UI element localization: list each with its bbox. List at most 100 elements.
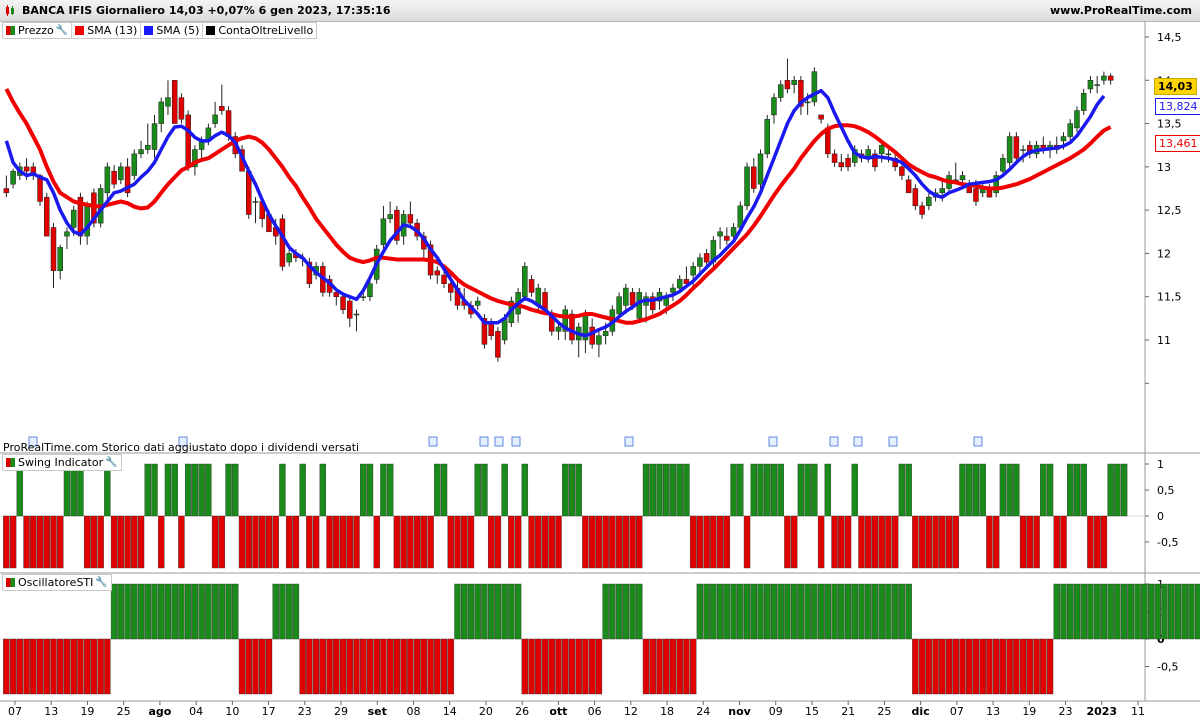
swing-bar xyxy=(1040,463,1047,517)
legend-price-label: Prezzo xyxy=(18,24,54,37)
swing-bar xyxy=(339,515,347,569)
osc-bar xyxy=(784,583,791,640)
swing-bar xyxy=(609,515,616,569)
swing-bar xyxy=(77,463,84,517)
osc-bar xyxy=(339,638,347,695)
osc-bar xyxy=(1168,583,1175,640)
swing-bar xyxy=(851,463,858,517)
osc-bar xyxy=(83,638,91,695)
candle-body xyxy=(959,175,966,181)
swing-bar xyxy=(986,515,993,569)
osc-bar xyxy=(211,583,219,640)
swing-bar xyxy=(797,463,805,517)
x-tick-label: 23 xyxy=(298,705,312,718)
osc-bar xyxy=(9,638,17,695)
osc-bar xyxy=(743,583,751,640)
sma5-value-label: 13,824 xyxy=(1155,98,1200,115)
osc-bar xyxy=(878,583,885,640)
osc-bar xyxy=(245,638,252,695)
swing-legend[interactable]: Swing Indicator 🔧 xyxy=(2,454,122,471)
swing-bar xyxy=(434,463,441,517)
wrench-icon[interactable]: 🔧 xyxy=(105,457,117,468)
osc-bar xyxy=(346,638,353,695)
osc-bar xyxy=(454,583,461,640)
x-tick-label: 13 xyxy=(44,705,58,718)
y-tick-label: 12,5 xyxy=(1157,204,1182,217)
osc-bar xyxy=(494,583,502,640)
osc-bar xyxy=(811,583,818,640)
candle-body xyxy=(1107,75,1114,81)
osc-bar xyxy=(548,638,555,695)
osc-bar xyxy=(891,583,899,640)
swing-bar xyxy=(117,515,125,569)
swing-bar xyxy=(144,463,151,517)
swing-bar xyxy=(306,515,313,569)
x-tick-label: 14 xyxy=(443,705,457,718)
osc-bar xyxy=(171,583,178,640)
swing-bar xyxy=(137,515,145,569)
osc-bar xyxy=(1174,583,1182,640)
y-tick-label: 11,5 xyxy=(1157,291,1182,304)
candle-body xyxy=(501,318,508,341)
dividend-marker-icon xyxy=(853,436,863,447)
osc-bar xyxy=(474,583,481,640)
osc-bar xyxy=(831,583,838,640)
swing-bar xyxy=(427,515,434,569)
swing-bar xyxy=(353,515,360,569)
osc-bar xyxy=(622,583,630,640)
candle-body xyxy=(1067,123,1073,137)
swing-bar xyxy=(959,463,966,517)
candle-body xyxy=(225,110,232,137)
candle-body xyxy=(730,227,737,237)
sma13-value-label: 13,461 xyxy=(1155,135,1200,152)
candle-body xyxy=(1080,93,1087,111)
swing-bar xyxy=(831,515,838,569)
wrench-icon[interactable]: 🔧 xyxy=(56,25,68,36)
x-tick-label: 24 xyxy=(696,705,710,718)
swing-bar xyxy=(824,463,832,517)
swing-bar xyxy=(407,515,414,569)
swing-bar xyxy=(9,515,17,569)
swing-bar xyxy=(299,463,306,517)
swing-bar xyxy=(386,463,394,517)
candle-body xyxy=(488,322,494,336)
osc-bar xyxy=(218,583,226,640)
osc-bar xyxy=(97,638,104,695)
osc-bar xyxy=(1060,583,1067,640)
osc-bar xyxy=(1046,638,1054,695)
swing-bar xyxy=(104,463,111,517)
swing-bar xyxy=(588,515,596,569)
candle-body xyxy=(784,80,791,90)
candle-body xyxy=(3,188,10,194)
osc-bar xyxy=(43,638,50,695)
osc-bar xyxy=(838,583,845,640)
candle-body xyxy=(286,253,292,263)
swing-y-tick-label: 0,5 xyxy=(1157,484,1175,497)
osc-title: OscillatoreSTI xyxy=(18,576,94,589)
osc-bar xyxy=(434,638,441,695)
x-tick-label: nov xyxy=(728,705,751,718)
legend-sma5[interactable]: SMA (5) xyxy=(141,23,204,38)
swing-bar xyxy=(743,515,751,569)
swing-bar xyxy=(1053,515,1060,569)
swing-bar xyxy=(36,515,44,569)
x-tick-label: 15 xyxy=(805,705,819,718)
swing-bar xyxy=(90,515,98,569)
swing-bar xyxy=(279,463,286,517)
osc-bar xyxy=(1067,583,1074,640)
sma5-swatch xyxy=(144,26,154,35)
osc-legend[interactable]: OscillatoreSTI 🔧 xyxy=(2,574,112,591)
osc-bar xyxy=(279,583,286,640)
swing-bar xyxy=(1100,515,1108,569)
swing-bar xyxy=(83,515,91,569)
wrench-icon[interactable]: 🔧 xyxy=(95,577,107,588)
legend-count-label: ContaOltreLivello xyxy=(218,24,314,37)
swing-bar xyxy=(171,463,178,517)
legend-sma13[interactable]: SMA (13) xyxy=(72,23,142,38)
candle-body xyxy=(50,227,57,271)
legend-price[interactable]: Prezzo 🔧 xyxy=(3,23,73,38)
price-legend: Prezzo 🔧 SMA (13) SMA (5) ContaOltreLivel… xyxy=(2,22,318,39)
legend-count[interactable]: ContaOltreLivello xyxy=(203,23,316,38)
osc-bar xyxy=(669,638,677,695)
candle-body xyxy=(131,153,138,176)
